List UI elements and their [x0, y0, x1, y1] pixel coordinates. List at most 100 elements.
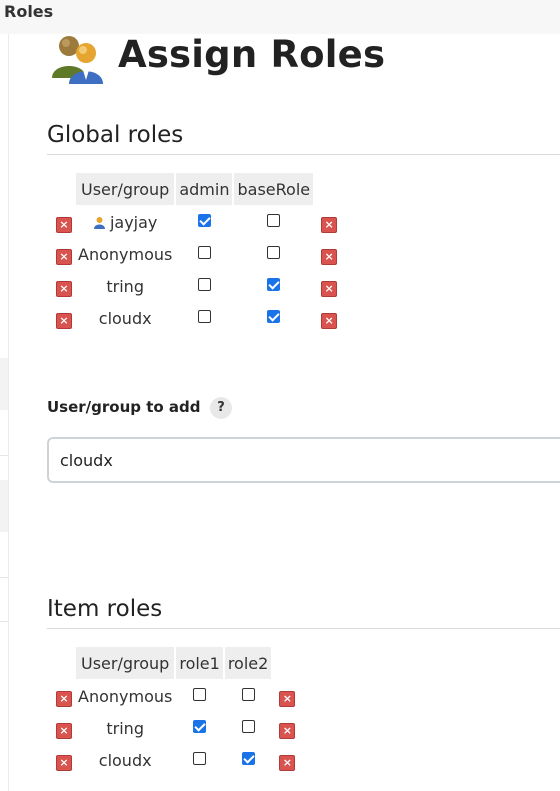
user-group-name: Anonymous [78, 244, 173, 264]
global-roles-heading: Global roles [47, 122, 184, 148]
user-icon [93, 216, 105, 229]
left-delete-cell: × [54, 207, 74, 237]
delete-icon[interactable]: × [279, 690, 296, 707]
user-group-cell: Anonymous [76, 681, 174, 711]
header-spacer [54, 173, 74, 205]
right-delete-cell: × [273, 745, 297, 775]
delete-icon[interactable]: × [56, 722, 72, 739]
role-checkbox-cell [234, 271, 313, 301]
header-role: admin [176, 173, 233, 205]
table-row: × jayjay × [54, 207, 339, 237]
role-checkbox-cell [176, 239, 232, 269]
delete-icon[interactable]: × [56, 754, 72, 771]
user-group-name: tring [106, 718, 144, 738]
role-checkbox[interactable] [241, 719, 255, 733]
role-checkbox-cell [176, 303, 232, 333]
header-user-group: User/group [76, 173, 175, 205]
left-delete-cell: × [54, 713, 74, 743]
role-checkbox-cell [176, 271, 232, 301]
delete-icon[interactable]: × [56, 216, 72, 233]
role-checkbox[interactable] [267, 277, 281, 291]
role-checkbox-cell [225, 745, 271, 775]
header-spacer [54, 647, 74, 679]
left-delete-cell: × [54, 745, 74, 775]
delete-icon[interactable]: × [279, 722, 296, 739]
role-checkbox[interactable] [241, 687, 255, 701]
table-row: × Anonymous × [54, 681, 297, 711]
table-row: × Anonymous × [54, 239, 339, 269]
side-panel-item[interactable] [0, 358, 8, 410]
user-group-cell: tring [76, 271, 174, 301]
role-checkbox-cell [176, 681, 222, 711]
breadcrumb-current[interactable]: Roles [4, 2, 53, 21]
role-checkbox[interactable] [193, 751, 207, 765]
user-group-cell: tring [76, 713, 174, 743]
table-row: × tring × [54, 713, 297, 743]
role-checkbox[interactable] [267, 309, 281, 323]
role-checkbox[interactable] [193, 719, 207, 733]
header-role: baseRole [234, 173, 314, 205]
page-title: Assign Roles [118, 33, 386, 76]
role-checkbox[interactable] [267, 213, 281, 227]
delete-icon[interactable]: × [321, 248, 338, 265]
table-row: × tring × [54, 271, 339, 301]
role-checkbox-cell [234, 207, 313, 237]
header-spacer [273, 647, 297, 679]
role-checkbox-cell [176, 713, 222, 743]
side-panel-item[interactable] [0, 480, 8, 532]
item-roles-header-row: User/group role1 role2 [54, 647, 297, 679]
help-icon[interactable]: ? [210, 397, 232, 419]
delete-icon[interactable]: × [321, 312, 338, 329]
add-user-label: User/group to add [47, 398, 201, 416]
user-group-name: cloudx [98, 750, 152, 770]
delete-icon[interactable]: × [321, 216, 338, 233]
user-group-cell: cloudx [76, 303, 174, 333]
role-checkbox[interactable] [197, 245, 211, 259]
left-delete-cell: × [54, 681, 74, 711]
add-user-input[interactable] [47, 437, 560, 483]
delete-icon[interactable]: × [56, 280, 72, 297]
right-delete-cell: × [315, 207, 339, 237]
user-group-cell: jayjay [76, 207, 174, 237]
role-checkbox[interactable] [241, 751, 255, 765]
delete-icon[interactable]: × [56, 690, 72, 707]
role-checkbox[interactable] [193, 687, 207, 701]
side-panel-divider [0, 455, 8, 456]
user-group-name: cloudx [98, 308, 152, 328]
role-checkbox[interactable] [197, 277, 211, 291]
user-group-name: Anonymous [78, 686, 173, 706]
role-checkbox[interactable] [197, 213, 211, 227]
right-delete-cell: × [315, 239, 339, 269]
item-roles-table: User/group role1 role2 × Anonymous × × tring… [52, 645, 299, 777]
role-checkbox-cell [225, 713, 271, 743]
right-delete-cell: × [315, 303, 339, 333]
role-checkbox-cell [234, 239, 313, 269]
delete-icon[interactable]: × [56, 312, 72, 329]
user-group-cell: Anonymous [76, 239, 174, 269]
user-group-cell: cloudx [76, 745, 174, 775]
global-roles-header-row: User/group admin baseRole [54, 173, 339, 205]
delete-icon[interactable]: × [321, 280, 338, 297]
right-delete-cell: × [273, 681, 297, 711]
user-group-name: jayjay [109, 212, 158, 232]
side-panel-edge [8, 34, 9, 791]
side-panel-divider [0, 621, 8, 622]
role-checkbox-cell [234, 303, 313, 333]
left-delete-cell: × [54, 303, 74, 333]
header-role: role2 [224, 647, 272, 679]
user-group-name: tring [106, 276, 144, 296]
delete-icon[interactable]: × [279, 754, 296, 771]
role-checkbox[interactable] [197, 309, 211, 323]
header-spacer [315, 173, 339, 205]
header-user-group: User/group [76, 647, 175, 679]
role-checkbox-cell [225, 681, 271, 711]
table-row: × cloudx × [54, 745, 297, 775]
role-checkbox-cell [176, 207, 232, 237]
delete-icon[interactable]: × [56, 248, 72, 265]
item-roles-heading: Item roles [47, 596, 163, 622]
breadcrumb-bar: Roles [0, 0, 560, 34]
left-delete-cell: × [54, 271, 74, 301]
role-checkbox-cell [176, 745, 222, 775]
role-checkbox[interactable] [267, 245, 281, 259]
left-delete-cell: × [54, 239, 74, 269]
